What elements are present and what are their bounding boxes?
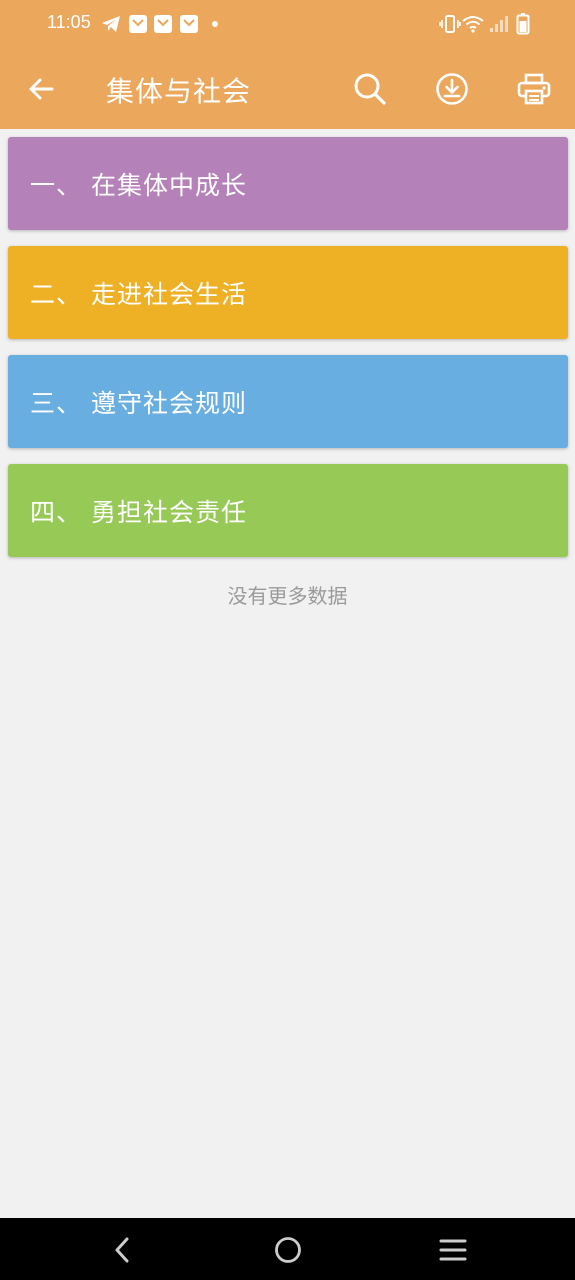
list-item-label: 一、 在集体中成长 xyxy=(30,170,247,200)
nav-back-button[interactable] xyxy=(100,1228,144,1272)
nav-home-button[interactable] xyxy=(266,1228,310,1272)
header: 11:05 集体与社会 xyxy=(0,0,575,129)
chapter-list: 一、 在集体中成长 二、 走进社会生活 三、 遵守社会规则 四、 勇担社会责任 xyxy=(8,137,568,573)
nav-menu-button[interactable] xyxy=(431,1228,475,1272)
page-title: 集体与社会 xyxy=(106,75,252,108)
list-item-label: 三、 遵守社会规则 xyxy=(30,388,247,418)
list-item[interactable]: 三、 遵守社会规则 xyxy=(8,355,568,448)
list-item[interactable]: 一、 在集体中成长 xyxy=(8,137,568,230)
mail-icon xyxy=(127,13,149,35)
list-item[interactable]: 二、 走进社会生活 xyxy=(8,246,568,339)
download-icon xyxy=(436,73,468,105)
system-nav-bar xyxy=(0,1218,575,1280)
list-item-label: 四、 勇担社会责任 xyxy=(30,497,247,527)
mail-icon xyxy=(178,13,200,35)
status-time: 11:05 xyxy=(47,12,91,32)
list-item[interactable]: 四、 勇担社会责任 xyxy=(8,464,568,557)
telegram-icon xyxy=(100,13,122,35)
back-nav-icon xyxy=(115,1237,129,1263)
list-item-label: 二、 走进社会生活 xyxy=(30,279,247,309)
search-button[interactable] xyxy=(346,65,394,113)
wifi-icon xyxy=(462,13,484,35)
back-button[interactable] xyxy=(18,66,64,112)
print-icon xyxy=(517,73,551,105)
app-bar: 集体与社会 xyxy=(0,48,575,129)
dot-icon xyxy=(204,13,226,35)
menu-nav-icon xyxy=(439,1239,467,1261)
mail-icon xyxy=(152,13,174,35)
arrow-left-icon xyxy=(29,78,54,100)
search-icon xyxy=(354,73,386,105)
battery-icon xyxy=(512,13,534,35)
download-button[interactable] xyxy=(428,65,476,113)
no-more-data-text: 没有更多数据 xyxy=(227,584,348,608)
signal-icon xyxy=(488,13,510,35)
home-nav-icon xyxy=(275,1237,301,1263)
vibrate-icon xyxy=(439,13,461,35)
print-button[interactable] xyxy=(510,65,558,113)
status-bar: 11:05 xyxy=(0,0,575,48)
